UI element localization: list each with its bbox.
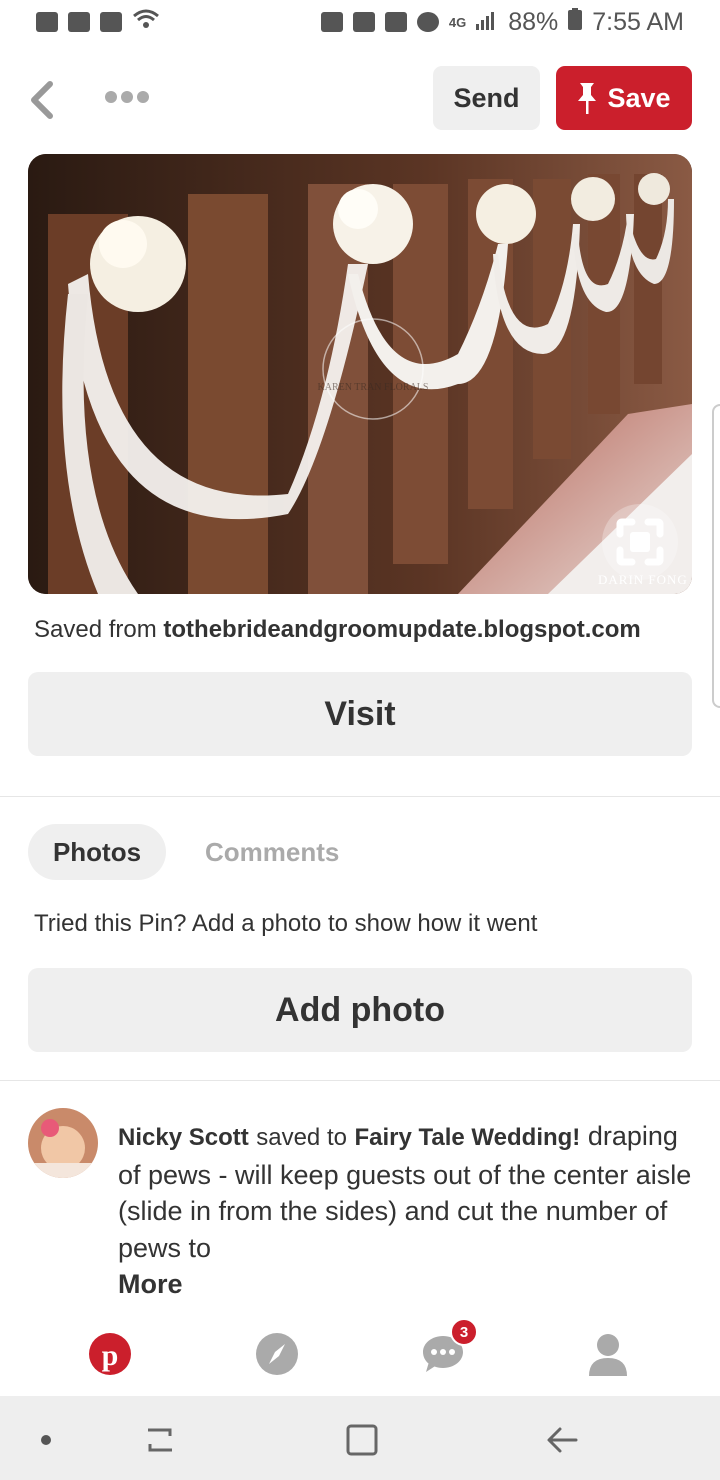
pin-image[interactable]: KAREN TRAN FLORALS: [28, 154, 692, 594]
youtube-notification-icon: [68, 12, 90, 32]
activity-comment: Nicky Scott saved to Fairy Tale Wedding!…: [118, 1118, 698, 1303]
user-name-link[interactable]: Nicky Scott: [118, 1124, 249, 1151]
gallery-notification-icon: [36, 12, 58, 32]
nav-home[interactable]: p: [80, 1324, 140, 1384]
chevron-left-icon[interactable]: [28, 80, 54, 120]
more-link[interactable]: More: [118, 1266, 698, 1303]
photo-credit: DARIN FONG: [598, 572, 688, 587]
board-name-link[interactable]: Fairy Tale Wedding!: [354, 1124, 580, 1151]
dot-indicator-icon: [41, 1435, 51, 1445]
section-divider: [0, 796, 720, 797]
back-arrow-icon[interactable]: [547, 1427, 578, 1453]
mute-icon: [384, 12, 407, 32]
pin-header: Send Save: [0, 60, 720, 136]
saved-from-text[interactable]: Saved from tothebrideandgroomupdate.blog…: [34, 616, 641, 644]
profile-icon: [589, 1334, 627, 1376]
avatar[interactable]: [28, 1108, 98, 1178]
add-photo-button[interactable]: Add photo: [28, 968, 692, 1052]
tab-comments[interactable]: Comments: [205, 824, 339, 880]
battery-percent: 88%: [508, 7, 559, 36]
lens-icon: [616, 518, 664, 566]
battery-saver-icon: [320, 12, 343, 32]
messages-badge: 3: [450, 1318, 478, 1346]
nav-profile[interactable]: [578, 1324, 638, 1384]
visit-button[interactable]: Visit: [28, 672, 692, 756]
tried-pin-prompt: Tried this Pin? Add a photo to show how …: [34, 910, 538, 937]
source-domain-link[interactable]: tothebrideandgroomupdate.blogspot.com: [163, 616, 640, 643]
section-divider: [0, 1080, 720, 1081]
scroll-indicator: [712, 404, 720, 708]
pinterest-home-icon: p: [89, 1333, 131, 1375]
status-bar: 4G 88% 7:55 AM: [0, 0, 720, 44]
nfc-icon: [352, 12, 375, 32]
saved-to-text: saved to: [256, 1124, 347, 1151]
system-navigation-bar: [0, 1396, 720, 1480]
ellipsis-icon[interactable]: [104, 90, 150, 104]
tab-photos[interactable]: Photos: [28, 824, 166, 880]
pushpin-icon: [578, 83, 597, 114]
clock: 7:55 AM: [592, 7, 684, 36]
youtube-notification-icon: [100, 12, 122, 32]
svg-text:p: p: [102, 1339, 119, 1372]
wedding-pews-photo: KAREN TRAN FLORALS: [28, 154, 692, 594]
nav-explore[interactable]: [247, 1324, 307, 1384]
alarm-icon: [416, 12, 439, 32]
save-button[interactable]: Save: [556, 66, 692, 130]
saved-from-prefix: Saved from: [34, 616, 157, 643]
save-button-label: Save: [607, 82, 671, 113]
wifi-icon: [132, 8, 160, 37]
watermark-text: KAREN TRAN FLORALS: [318, 382, 429, 393]
recent-apps-icon[interactable]: [148, 1428, 172, 1452]
explore-compass-icon: [256, 1333, 298, 1375]
visual-search-lens-button[interactable]: [602, 504, 678, 580]
signal-icon: [476, 8, 498, 37]
home-button-icon[interactable]: [346, 1424, 378, 1456]
bottom-navigation: p: [0, 1312, 720, 1396]
send-button[interactable]: Send: [433, 66, 540, 130]
battery-icon: [568, 7, 583, 37]
network-type: 4G: [448, 14, 467, 30]
